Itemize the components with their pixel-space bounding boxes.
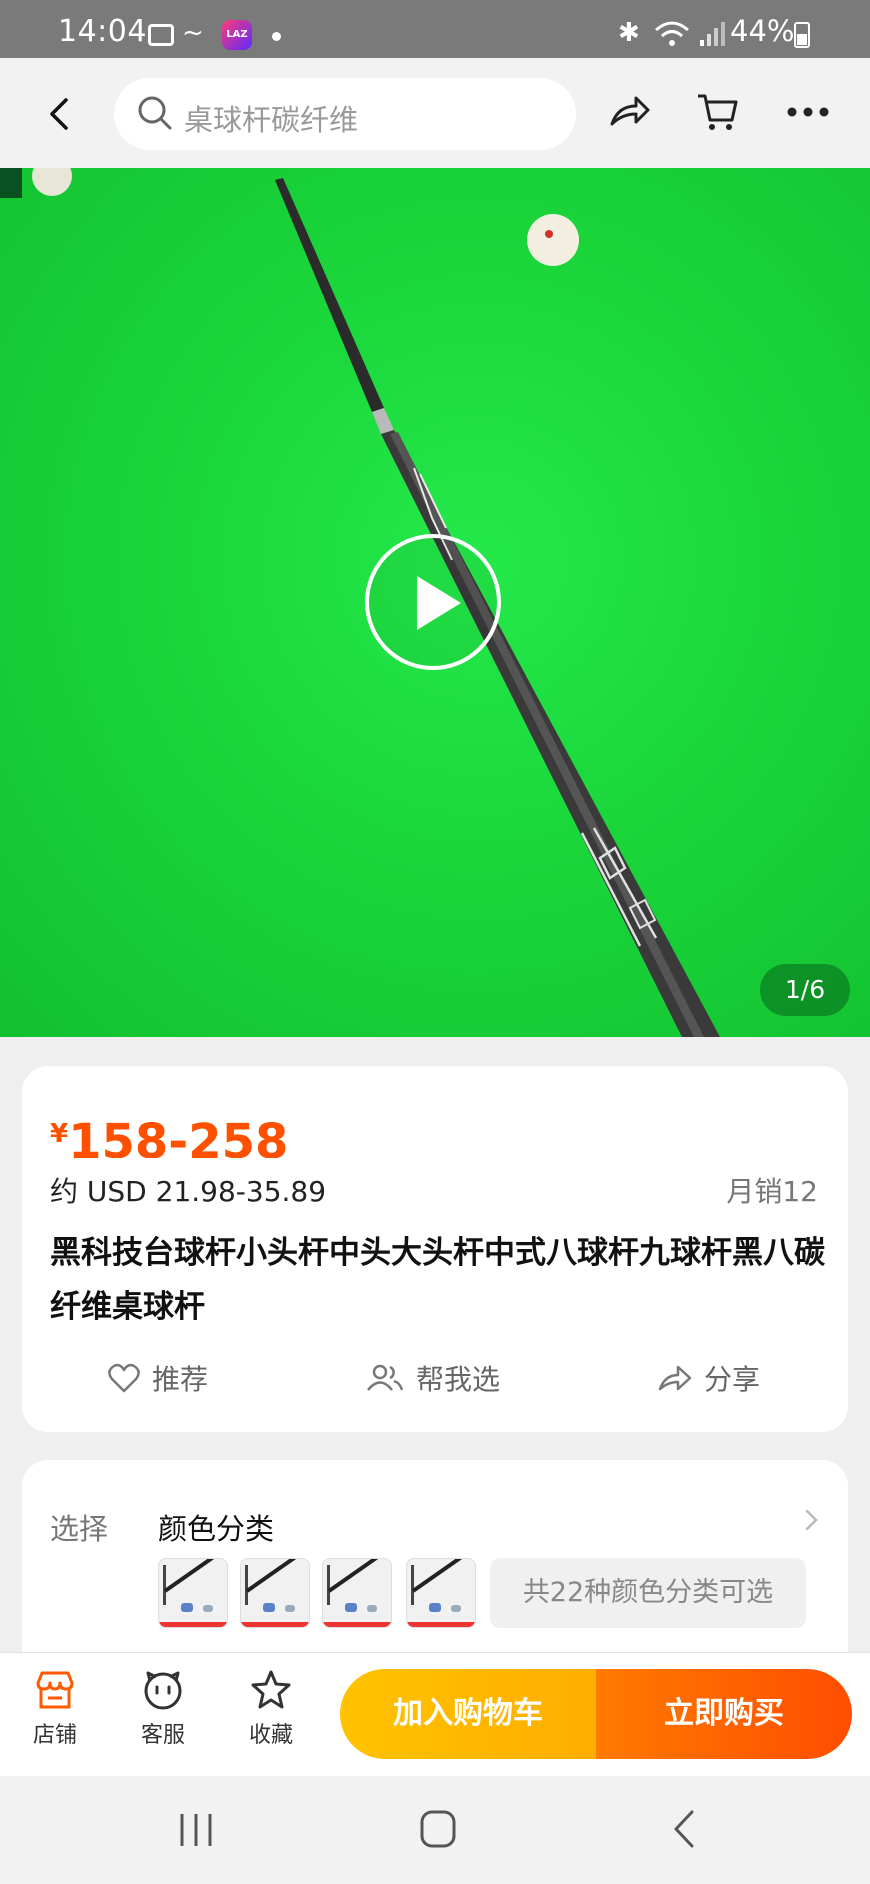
- alibaba-notification-icon: ~: [182, 18, 204, 48]
- color-option-thumbnail[interactable]: [322, 1558, 392, 1628]
- more-color-options-chip[interactable]: 共22种颜色分类可选: [490, 1558, 806, 1628]
- add-to-cart-button[interactable]: 加入购物车: [340, 1669, 596, 1759]
- bluetooth-icon: ✱: [618, 18, 640, 48]
- status-time: 14:04: [58, 14, 147, 49]
- share-label: 分享: [704, 1363, 761, 1396]
- people-icon: [367, 1364, 404, 1391]
- product-info-card: ¥158-258 约 USD 21.98-35.89 月销12 黑科技台球杆小头…: [22, 1066, 848, 1432]
- monthly-sales: 月销12: [726, 1175, 818, 1208]
- share-arrow-icon: [658, 1365, 692, 1391]
- battery-icon: [794, 22, 810, 48]
- favorite-tab[interactable]: 收藏: [226, 1669, 316, 1749]
- customer-service-label: 客服: [140, 1723, 185, 1748]
- product-title: 黑科技台球杆小头杆中头大头杆中式八球杆九球杆黑八碳纤维桌球杆: [50, 1235, 825, 1325]
- heart-icon: [108, 1363, 140, 1393]
- share-icon[interactable]: [608, 90, 652, 134]
- help-choose-button[interactable]: 帮我选: [366, 1358, 500, 1398]
- play-video-button[interactable]: [365, 534, 501, 670]
- search-placeholder: 桌球杆碳纤维: [184, 103, 359, 137]
- color-option-thumbnail[interactable]: [406, 1558, 476, 1628]
- shop-label: 店铺: [32, 1723, 77, 1748]
- customer-service-tab[interactable]: 客服: [118, 1669, 208, 1749]
- currency-symbol: ¥: [50, 1119, 69, 1149]
- wifi-icon: [655, 21, 689, 46]
- color-option-thumbnail[interactable]: [158, 1558, 228, 1628]
- store-icon: [36, 1671, 74, 1709]
- status-bar: 14:04 ~ LAZ ✱ 44%: [0, 0, 870, 58]
- system-back-icon[interactable]: [668, 1808, 700, 1850]
- back-arrow-icon[interactable]: [40, 94, 80, 134]
- color-option-thumbnail[interactable]: [240, 1558, 310, 1628]
- recent-apps-icon[interactable]: [176, 1810, 216, 1850]
- color-category-label: 颜色分类: [158, 1512, 275, 1546]
- recommend-button[interactable]: 推荐: [108, 1358, 208, 1398]
- chat-face-icon: [144, 1671, 182, 1710]
- more-options-icon[interactable]: [784, 90, 832, 134]
- gallery-notification-icon: [148, 24, 174, 46]
- shop-tab[interactable]: 店铺: [10, 1669, 100, 1749]
- search-icon: [138, 96, 172, 130]
- chevron-right-icon[interactable]: [804, 1508, 820, 1532]
- battery-percent: 44%: [730, 14, 795, 48]
- usd-price: 约 USD 21.98-35.89: [50, 1175, 327, 1208]
- home-icon[interactable]: [418, 1808, 458, 1850]
- price: ¥158-258: [50, 1110, 288, 1158]
- top-navigation: 桌球杆碳纤维: [0, 58, 870, 168]
- more-notifications-dot-icon: [272, 32, 281, 41]
- help-choose-label: 帮我选: [416, 1363, 501, 1396]
- lazada-notification-icon: LAZ: [222, 20, 252, 50]
- bottom-action-bar: 店铺 客服 收藏 加入购物车 立即购买: [0, 1652, 870, 1777]
- star-icon: [251, 1670, 291, 1709]
- price-range: 158-258: [68, 1114, 289, 1158]
- system-navigation-bar: [0, 1776, 870, 1884]
- media-counter: 1/6: [760, 964, 850, 1016]
- signal-icon: [700, 22, 725, 46]
- search-input[interactable]: 桌球杆碳纤维: [114, 78, 576, 150]
- play-icon: [417, 576, 461, 630]
- cart-icon[interactable]: [696, 90, 740, 134]
- share-product-button[interactable]: 分享: [658, 1358, 760, 1398]
- select-label: 选择: [50, 1512, 109, 1546]
- recommend-label: 推荐: [152, 1363, 209, 1396]
- buy-now-button[interactable]: 立即购买: [596, 1669, 852, 1759]
- product-media[interactable]: 1/6: [0, 168, 870, 1037]
- favorite-label: 收藏: [248, 1723, 293, 1748]
